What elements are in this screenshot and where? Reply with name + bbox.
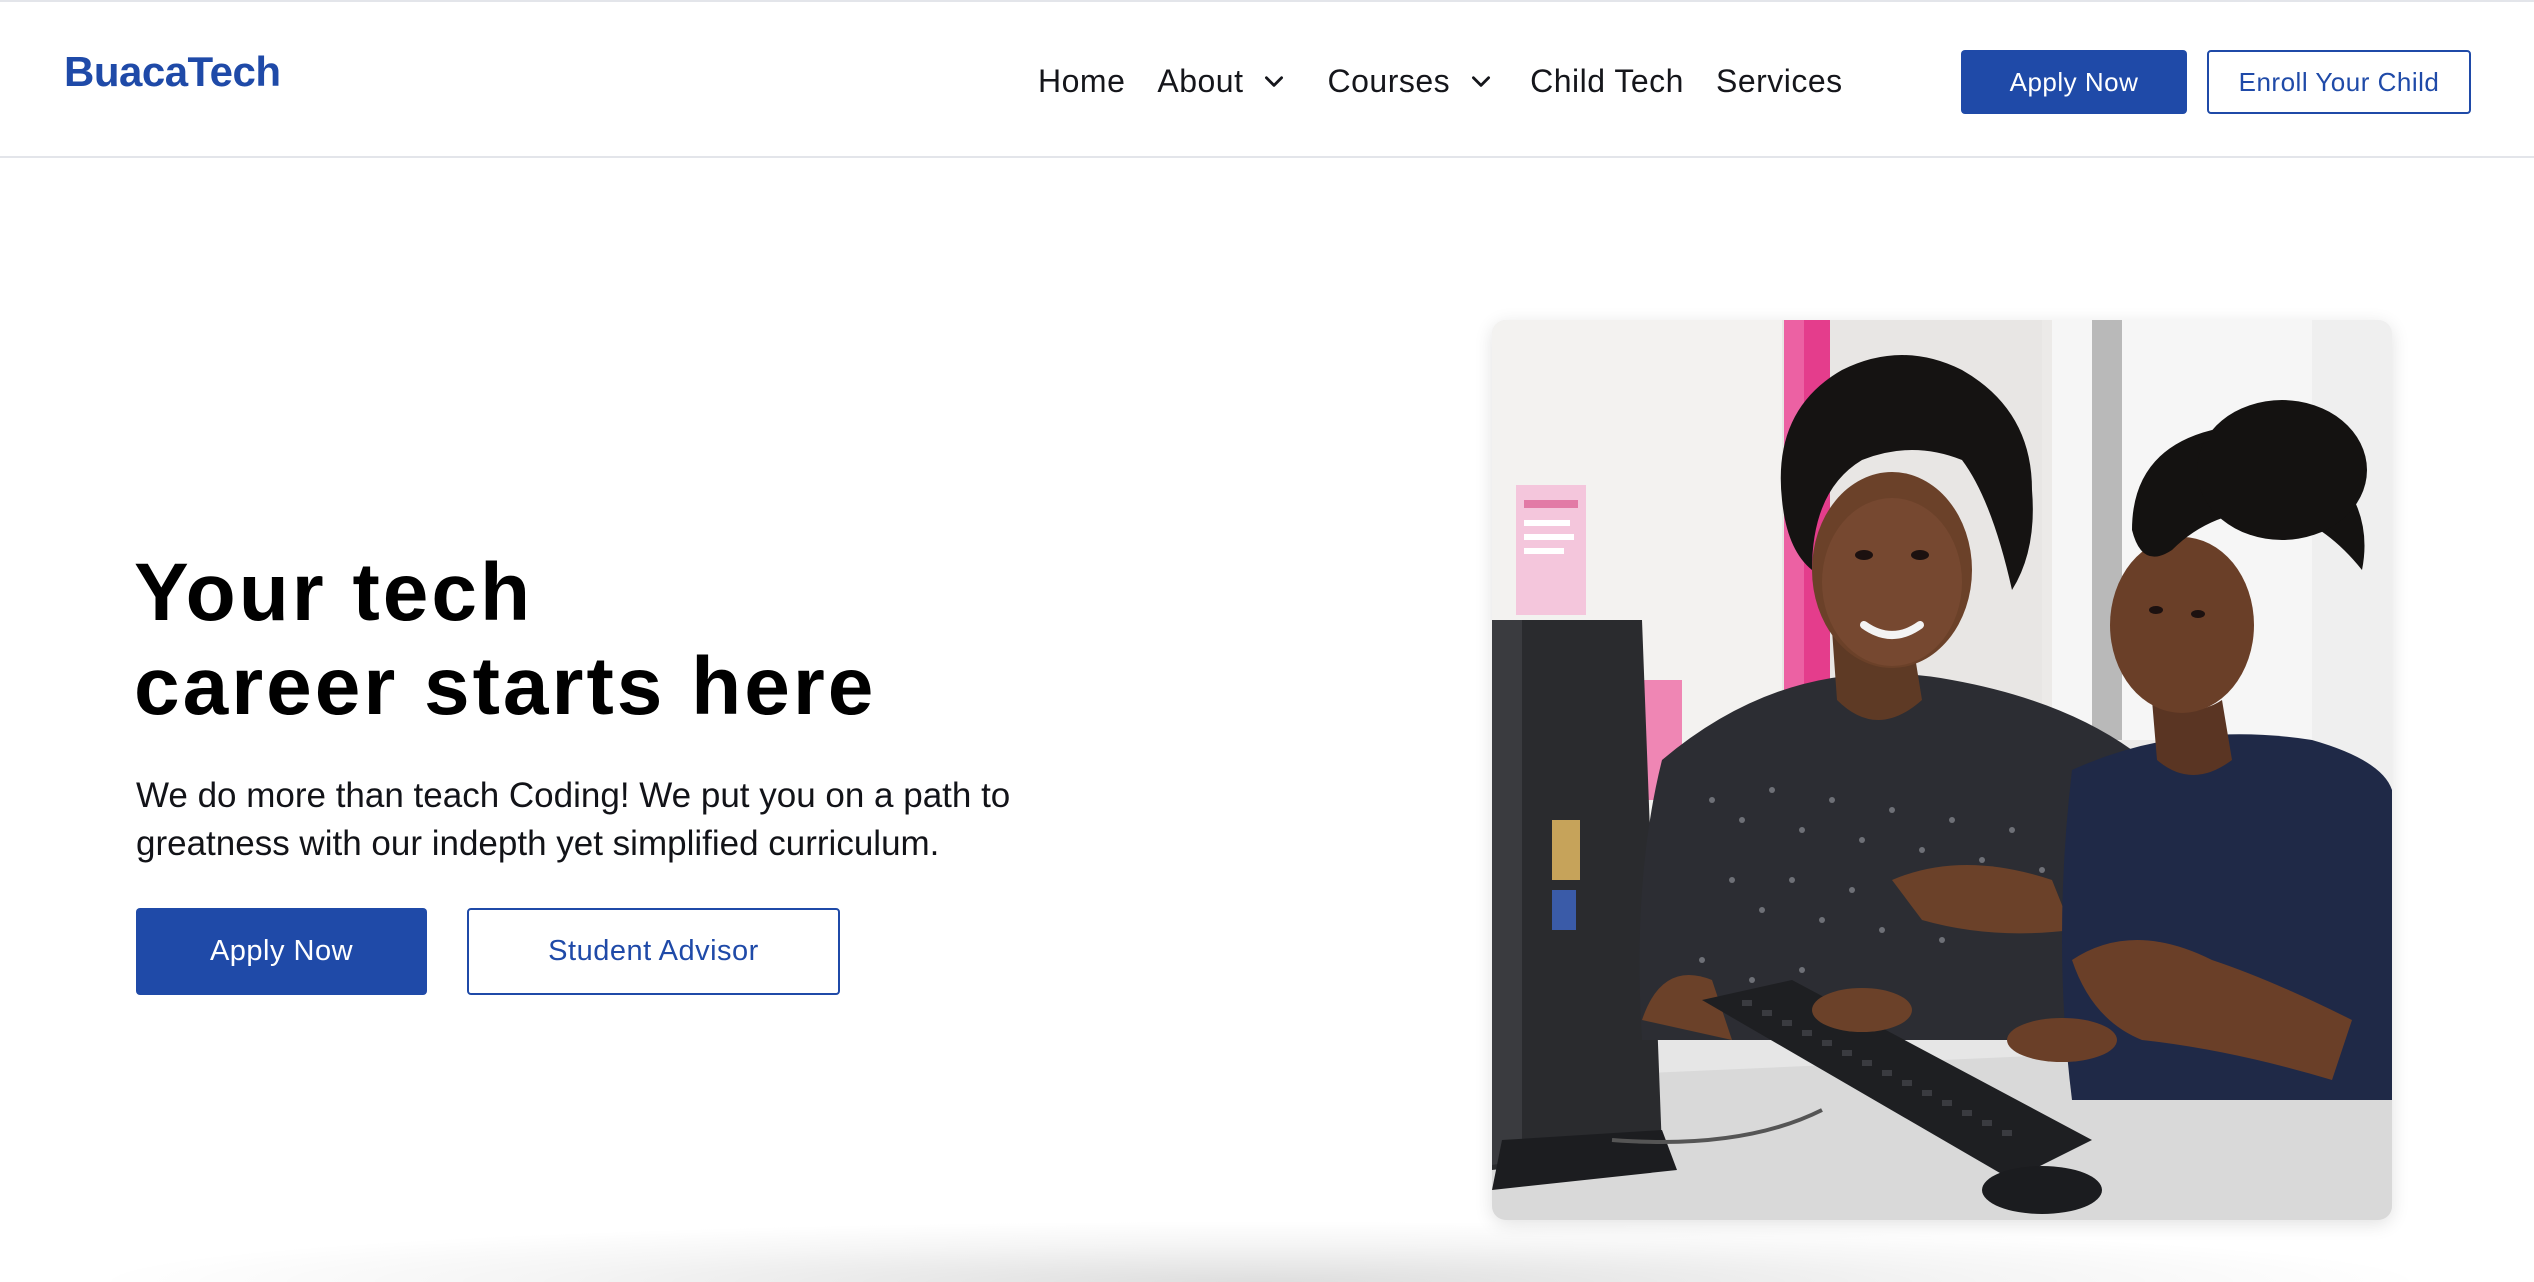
hero-title-line: career starts here [134,641,877,732]
nav-item-label: Home [1038,62,1126,99]
hero-apply-now-button[interactable]: Apply Now [136,908,427,995]
hero-title: Your tech career starts here [134,546,876,734]
nav-item-about[interactable]: About [1157,63,1287,100]
nav-item-label: About [1157,62,1244,99]
apply-now-button[interactable]: Apply Now [1961,50,2187,114]
hero-description: We do more than teach Coding! We put you… [136,776,1011,863]
nav-item-courses[interactable]: Courses [1327,63,1494,100]
chevron-down-icon [1265,76,1284,87]
enroll-your-child-button[interactable]: Enroll Your Child [2207,50,2471,114]
nav-item-services[interactable]: Services [1716,63,1843,100]
section-shadow [110,1222,2410,1282]
logo[interactable]: BuacaTech [64,48,281,96]
nav-item-child-tech[interactable]: Child Tech [1530,63,1684,100]
nav-item-label: Child Tech [1530,62,1684,99]
nav-item-home[interactable]: Home [1038,63,1125,100]
nav-item-label: Services [1715,62,1843,99]
hero-photo [1492,320,2392,1220]
nav-item-label: Courses [1327,62,1451,99]
chevron-down-icon [1472,76,1491,87]
student-advisor-button[interactable]: Student Advisor [467,908,840,995]
hero-photo-illustration [1492,320,2392,1220]
site-header: BuacaTech Home About Courses Child Tech … [0,0,2534,158]
hero-title-line: Your tech [134,547,534,638]
main-nav: Home About Courses Child Tech Services [1038,54,1843,108]
